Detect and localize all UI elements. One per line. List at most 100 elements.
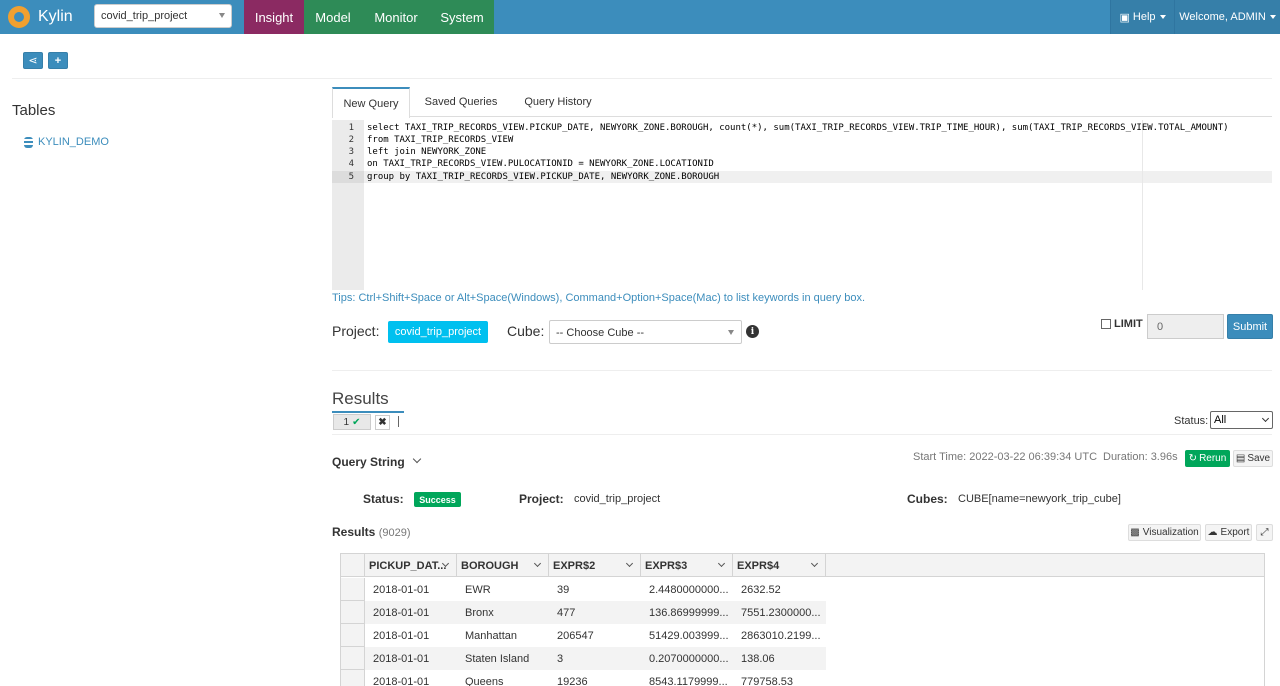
sql-editor[interactable]: 1 2 3 4 5 select TAXI_TRIP_RECORDS_VIEW.… <box>332 120 1272 290</box>
cloud-download-icon: ☁ <box>1207 527 1218 538</box>
table-row[interactable]: 2018-01-01 Queens 19236 8543.1179999... 7797… <box>341 670 826 686</box>
query-tabs: New Query Saved Queries Query History <box>332 87 1272 118</box>
line-number: 1 <box>348 123 354 133</box>
nav-tab-insight[interactable]: Insight <box>244 0 304 34</box>
column-header-label: EXPR$2 <box>553 560 596 572</box>
limit-checkbox[interactable] <box>1101 319 1111 329</box>
tree-item-kylin-demo[interactable]: KYLIN_DEMO <box>24 136 109 148</box>
save-button[interactable]: ▤ Save <box>1233 450 1273 467</box>
row-selector-header[interactable] <box>341 554 365 577</box>
table-cell: 8543.1179999... <box>649 676 728 686</box>
column-header-expr3[interactable]: EXPR$3 <box>641 554 733 577</box>
info-icon[interactable]: i <box>746 325 759 338</box>
divider <box>332 434 1272 435</box>
caret-down-icon <box>728 330 734 335</box>
row-selector[interactable] <box>341 647 365 670</box>
visualization-label: Visualization <box>1142 527 1199 538</box>
tab-query-history[interactable]: Query History <box>514 87 602 117</box>
result-project-value: covid_trip_project <box>574 493 661 505</box>
code-line: group by TAXI_TRIP_RECORDS_VIEW.PICKUP_D… <box>367 172 720 182</box>
start-time: Start Time: 2022-03-22 06:39:34 UTC <box>913 451 1098 463</box>
row-selector[interactable] <box>341 670 365 686</box>
table-row[interactable]: 2018-01-01 EWR 39 2.4480000000... 2632.52 <box>341 578 826 601</box>
row-selector[interactable] <box>341 624 365 647</box>
nav-tab-system[interactable]: System <box>430 0 494 34</box>
visualization-button[interactable]: ▩ Visualization <box>1128 524 1201 541</box>
nav-tab-model[interactable]: Model <box>304 0 362 34</box>
results-heading: Results <box>332 389 389 408</box>
welcome-label: Welcome, ADMIN <box>1179 11 1266 23</box>
table-cell: Manhattan <box>465 630 517 642</box>
grid-header: PICKUP_DAT... BOROUGH EXPR$2 EXPR$3 EXPR… <box>341 554 1264 577</box>
table-cell: 2018-01-01 <box>373 630 430 642</box>
chevron-down-icon[interactable] <box>717 559 726 568</box>
share-nodes-icon: ⋖ <box>28 55 38 67</box>
refresh-icon: ↻ <box>1188 453 1198 464</box>
table-row[interactable]: 2018-01-01 Manhattan 206547 51429.003999...… <box>341 624 826 647</box>
row-selector[interactable] <box>341 578 365 601</box>
chevron-down-icon[interactable] <box>625 559 634 568</box>
export-label: Export <box>1220 527 1250 538</box>
divider <box>12 78 1272 79</box>
brand-logo[interactable]: Kylin <box>0 0 82 34</box>
table-cell: 477 <box>557 607 576 619</box>
user-menu[interactable]: Welcome, ADMIN <box>1174 0 1280 34</box>
limit-label: LIMIT <box>1114 318 1143 330</box>
close-result-button[interactable]: ✖ <box>375 415 390 430</box>
status-badge: Success <box>414 492 461 507</box>
tab-saved-queries[interactable]: Saved Queries <box>416 87 506 117</box>
query-string-toggle[interactable]: Query String <box>332 455 405 469</box>
save-label: Save <box>1247 453 1271 464</box>
help-menu[interactable]: ▣ Help <box>1110 0 1174 34</box>
code-line: left join NEWYORK_ZONE <box>367 147 487 157</box>
editor-tips: Tips: Ctrl+Shift+Space or Alt+Space(Wind… <box>332 292 866 304</box>
table-cell: 19236 <box>557 676 588 686</box>
status-filter-select[interactable]: All <box>1210 411 1273 429</box>
project-badge: covid_trip_project <box>388 321 488 343</box>
results-count: (9029) <box>378 527 411 539</box>
rerun-button[interactable]: ↻ Rerun <box>1185 450 1230 467</box>
caret-down-icon <box>219 13 225 18</box>
editor-gutter: 1 2 3 4 5 <box>332 120 364 290</box>
limit-input[interactable]: 0 <box>1147 314 1224 339</box>
floppy-icon: ▤ <box>1235 453 1246 464</box>
table-cell: Bronx <box>465 607 494 619</box>
line-number: 5 <box>348 172 354 182</box>
column-header-expr2[interactable]: EXPR$2 <box>549 554 641 577</box>
result-tab-1[interactable]: 1 ✔ <box>333 414 371 430</box>
code-line: on TAXI_TRIP_RECORDS_VIEW.PULOCATIONID =… <box>367 159 714 169</box>
row-selector[interactable] <box>341 601 365 624</box>
line-number: 2 <box>348 135 354 145</box>
submit-button[interactable]: Submit <box>1227 314 1273 339</box>
column-header-expr4[interactable]: EXPR$4 <box>733 554 826 577</box>
duration: Duration: 3.96s <box>1103 451 1178 463</box>
expand-icon: ⤢ <box>1260 527 1269 538</box>
nav-tab-monitor[interactable]: Monitor <box>362 0 430 34</box>
export-button[interactable]: ☁ Export <box>1205 524 1252 541</box>
result-tab-label: 1 <box>343 416 350 428</box>
table-cell: 136.86999999... <box>649 607 729 619</box>
table-cell: 2018-01-01 <box>373 676 430 686</box>
chevron-down-icon[interactable] <box>412 454 422 464</box>
chevron-down-icon[interactable] <box>533 559 542 568</box>
cube-select[interactable]: -- Choose Cube -- <box>549 320 742 344</box>
table-row[interactable]: 2018-01-01 Staten Island 3 0.2070000000... 1… <box>341 647 826 670</box>
chevron-down-icon[interactable] <box>810 559 819 568</box>
result-project-label: Project: <box>519 492 564 506</box>
table-cell: 2632.52 <box>741 584 781 596</box>
code-line: select TAXI_TRIP_RECORDS_VIEW.PICKUP_DAT… <box>367 123 1229 133</box>
cube-select-value: -- Choose Cube -- <box>556 327 645 339</box>
print-margin <box>1142 120 1143 290</box>
column-header-borough[interactable]: BOROUGH <box>457 554 549 577</box>
add-button[interactable]: + <box>48 52 68 69</box>
fullscreen-button[interactable]: ⤢ <box>1256 524 1273 541</box>
column-header-pickup-date[interactable]: PICKUP_DAT... <box>365 554 457 577</box>
brand-name: Kylin <box>38 8 73 25</box>
share-button[interactable]: ⋖ <box>23 52 43 69</box>
project-dropdown[interactable]: covid_trip_project <box>94 4 232 28</box>
tab-new-query[interactable]: New Query <box>332 87 410 118</box>
tree-item-label: KYLIN_DEMO <box>38 136 109 148</box>
status-label: Status: <box>363 492 404 506</box>
table-row[interactable]: 2018-01-01 Bronx 477 136.86999999... 7551.23… <box>341 601 826 624</box>
table-cell: 0.2070000000... <box>649 653 729 665</box>
